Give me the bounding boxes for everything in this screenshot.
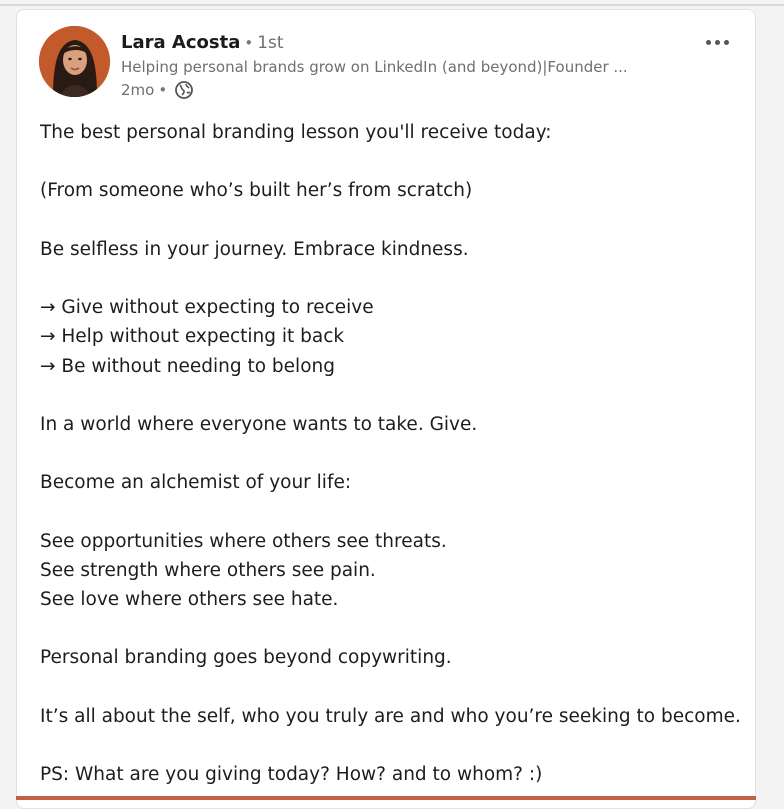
- post-line: → Help without expecting it back: [40, 326, 345, 348]
- post-time: 2mo: [121, 81, 155, 99]
- globe-icon: [174, 80, 194, 100]
- post-line: Be selfless in your journey. Embrace kin…: [40, 238, 469, 260]
- post-line: Become an alchemist of your life:: [40, 472, 352, 494]
- post-line: [40, 381, 740, 410]
- ellipsis-icon: [723, 39, 729, 45]
- post-line: See strength where others see pain.: [40, 559, 376, 581]
- author-name[interactable]: Lara Acosta: [121, 32, 240, 53]
- bottom-image-edge: [16, 796, 756, 800]
- post-line: See love where others see hate.: [40, 589, 339, 610]
- avatar[interactable]: [39, 26, 110, 97]
- author-info: Lara Acosta • 1st Helping personal brands …: [121, 30, 681, 102]
- separator-dot: •: [158, 81, 168, 99]
- post-line: PS: What are you giving today? How? and …: [40, 764, 543, 786]
- post-line: [40, 497, 740, 526]
- post-meta: 2mo •: [121, 78, 681, 102]
- post-line: [40, 614, 740, 643]
- ellipsis-icon: [714, 39, 720, 45]
- post-line: [40, 731, 740, 760]
- post-line: (From someone who’s built her’s from scr…: [40, 180, 473, 202]
- post-text: The best personal branding lesson you'll…: [40, 118, 741, 789]
- post-card: Lara Acosta • 1st Helping personal brands …: [16, 9, 756, 809]
- post-line: In a world where everyone wants to take.…: [40, 413, 478, 435]
- connection-degree: 1st: [257, 33, 284, 53]
- post-line: → Give without expecting to receive: [40, 297, 374, 319]
- more-options-button[interactable]: [699, 32, 735, 52]
- ellipsis-icon: [705, 39, 711, 45]
- post-line: [40, 673, 740, 702]
- top-divider: [0, 4, 784, 6]
- post-line: [40, 264, 740, 293]
- post-line: [40, 206, 740, 235]
- post-line: [40, 147, 740, 176]
- post-line: The best personal branding lesson you'll…: [40, 122, 552, 143]
- post-line: See opportunities where others see threa…: [40, 530, 447, 552]
- post-line: [40, 439, 740, 468]
- avatar-image: [39, 26, 110, 97]
- post-line: It’s all about the self, who you truly a…: [40, 705, 741, 727]
- separator-dot: •: [244, 34, 254, 52]
- author-name-line: Lara Acosta • 1st: [121, 30, 681, 56]
- post-line: → Be without needing to belong: [40, 355, 335, 377]
- author-headline: Helping personal brands grow on LinkedIn…: [121, 58, 628, 76]
- post-line: Personal branding goes beyond copywritin…: [40, 647, 452, 669]
